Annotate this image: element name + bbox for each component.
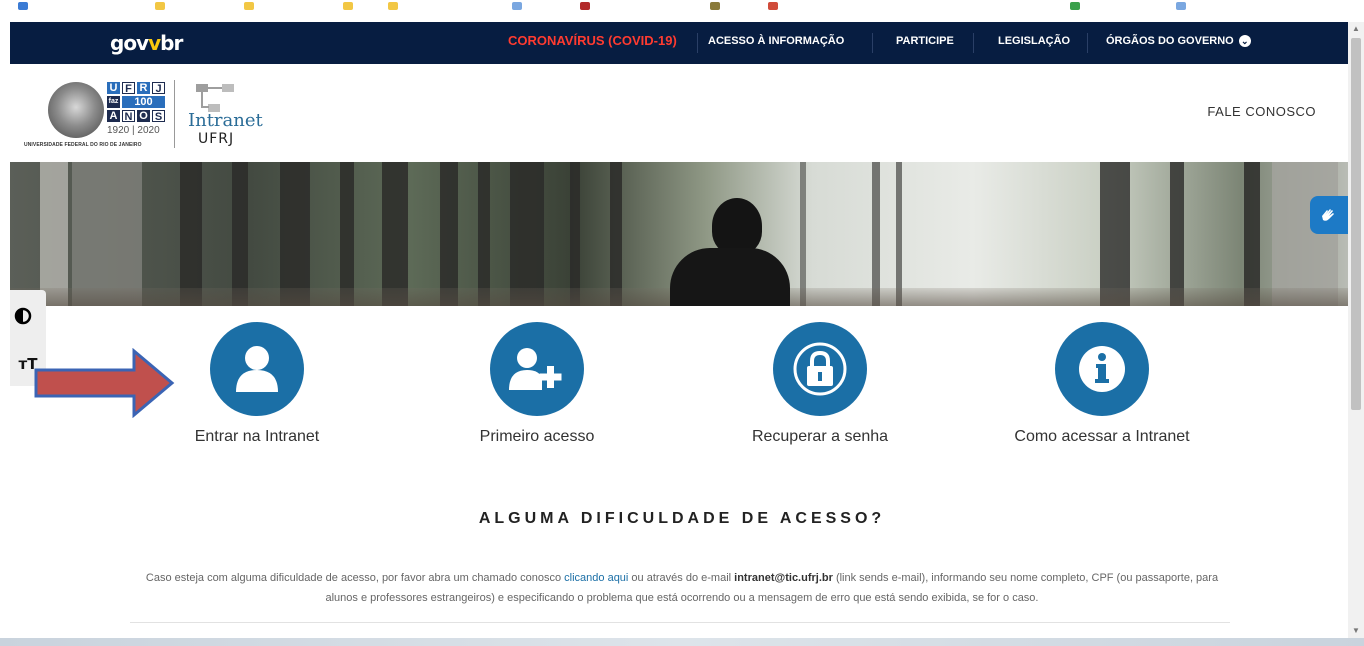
bookmark-icon[interactable] [343,2,353,10]
banner-tree [72,162,142,306]
bookmark-icon[interactable] [244,2,254,10]
banner-person-body [670,248,790,306]
banner-tree [280,162,310,306]
logo-divider [174,80,175,148]
banner-tree [872,162,880,306]
site-header: UNIVERSIDADE FEDERAL DO RIO DE JANEIRO U… [10,64,1348,162]
banner-tree [478,162,490,306]
red-arrow-annotation [34,348,175,418]
divider [973,33,974,53]
bookmark-icon[interactable] [1176,2,1186,10]
recuperar-senha-label[interactable]: Recuperar a senha [740,428,900,446]
logo-letter: A [107,110,120,122]
como-acessar-label[interactable]: Como acessar a Intranet [1002,428,1202,446]
banner-tree [180,162,202,306]
bookmark-icon[interactable] [512,2,522,10]
bookmark-icon[interactable] [710,2,720,10]
logo-years: 1920 | 2020 [107,125,160,136]
intranet-subtitle: UFRJ [198,131,235,147]
banner-tree [340,162,354,306]
banner-tree [510,162,544,306]
university-name: UNIVERSIDADE FEDERAL DO RIO DE JANEIRO [24,142,142,148]
banner-tree [1100,162,1130,306]
help-heading: ALGUMA DIFICULDADE DE ACESSO? [478,510,886,527]
logo-faz: faz [107,96,120,108]
action-primeiro-acesso: Primeiro acesso [457,322,617,446]
info-icon [1079,346,1125,392]
banner-tree [610,162,622,306]
support-email-link[interactable]: intranet@tic.ufrj.br [734,572,833,584]
banner-tree [896,162,902,306]
vertical-scrollbar[interactable]: ▲ ▼ [1348,22,1364,638]
primeiro-acesso-button[interactable] [490,322,584,416]
divider [1087,33,1088,53]
recuperar-senha-button[interactable] [773,322,867,416]
entrar-button[interactable] [210,322,304,416]
banner-tree [382,162,408,306]
taskbar-strip [0,638,1364,646]
banner-tree [40,162,68,306]
help-text-2: ou através do e-mail [628,572,735,584]
govbr-logo[interactable]: govvbr [110,31,183,55]
bookmark-icon[interactable] [580,2,590,10]
action-entrar: Entrar na Intranet [177,322,337,446]
participe-link[interactable]: PARTICIPE [896,35,954,47]
section-divider [130,622,1230,623]
intranet-title[interactable]: Intranet [188,110,263,131]
high-contrast-button[interactable] [10,298,46,334]
logo-letter: J [152,82,165,95]
contrast-icon [14,307,32,325]
help-paragraph: Caso esteja com alguma dificuldade de ac… [130,568,1234,608]
covid-link[interactable]: CORONAVÍRUS (COVID-19) [508,33,677,48]
banner-tree [440,162,458,306]
entrar-label[interactable]: Entrar na Intranet [177,428,337,446]
bookmark-icon[interactable] [155,2,165,10]
action-como-acessar: Como acessar a Intranet [1002,322,1202,446]
divider [872,33,873,53]
lock-icon [793,342,847,396]
vlibras-sign-language-button[interactable] [1310,196,1348,234]
banner-tree [1244,162,1260,306]
bookmark-icon[interactable] [18,2,28,10]
logo-letter: O [137,110,150,122]
como-acessar-button[interactable] [1055,322,1149,416]
acesso-informacao-link[interactable]: ACESSO À INFORMAÇÃO [708,35,844,47]
help-text-1: Caso esteja com alguma dificuldade de ac… [145,572,565,584]
banner-tree [800,162,806,306]
bookmarks-bar [0,0,1364,22]
divider [697,33,698,53]
bookmark-icon[interactable] [1070,2,1080,10]
scroll-up-arrow-icon[interactable]: ▲ [1348,22,1364,36]
logo-letter: U [107,82,120,94]
primeiro-acesso-label[interactable]: Primeiro acesso [457,428,617,446]
ufrj-seal-logo[interactable] [48,82,104,138]
orgaos-governo-label: ÓRGÃOS DO GOVERNO [1106,35,1234,47]
user-icon [236,346,278,392]
logo-letter: R [137,82,150,94]
logo-letter: F [122,82,135,95]
banner-tree [1170,162,1184,306]
user-plus-icon [509,348,562,390]
logo-letter: N [122,110,135,123]
clicando-aqui-link[interactable]: clicando aqui [564,572,628,584]
banner-tree [570,162,580,306]
banner-person [712,198,762,254]
bookmark-icon[interactable] [388,2,398,10]
legislacao-link[interactable]: LEGISLAÇÃO [998,35,1070,47]
scroll-down-arrow-icon[interactable]: ▼ [1348,624,1364,638]
logo-100: 100 [122,96,165,108]
chevron-down-icon: ⌄ [1238,35,1251,48]
scrollbar-thumb[interactable] [1351,38,1361,410]
hero-banner-image [10,162,1348,306]
gov-bar: govvbr CORONAVÍRUS (COVID-19) ACESSO À I… [10,22,1348,64]
fale-conosco-link[interactable]: FALE CONOSCO [1207,104,1316,119]
action-recuperar-senha: Recuperar a senha [740,322,900,446]
banner-tree [232,162,248,306]
logo-letter: S [152,110,165,123]
orgaos-governo-link[interactable]: ÓRGÃOS DO GOVERNO ⌄ [1106,35,1251,48]
bookmark-icon[interactable] [768,2,778,10]
browser-viewport: govvbr CORONAVÍRUS (COVID-19) ACESSO À I… [0,0,1364,646]
hands-icon [1322,209,1334,221]
